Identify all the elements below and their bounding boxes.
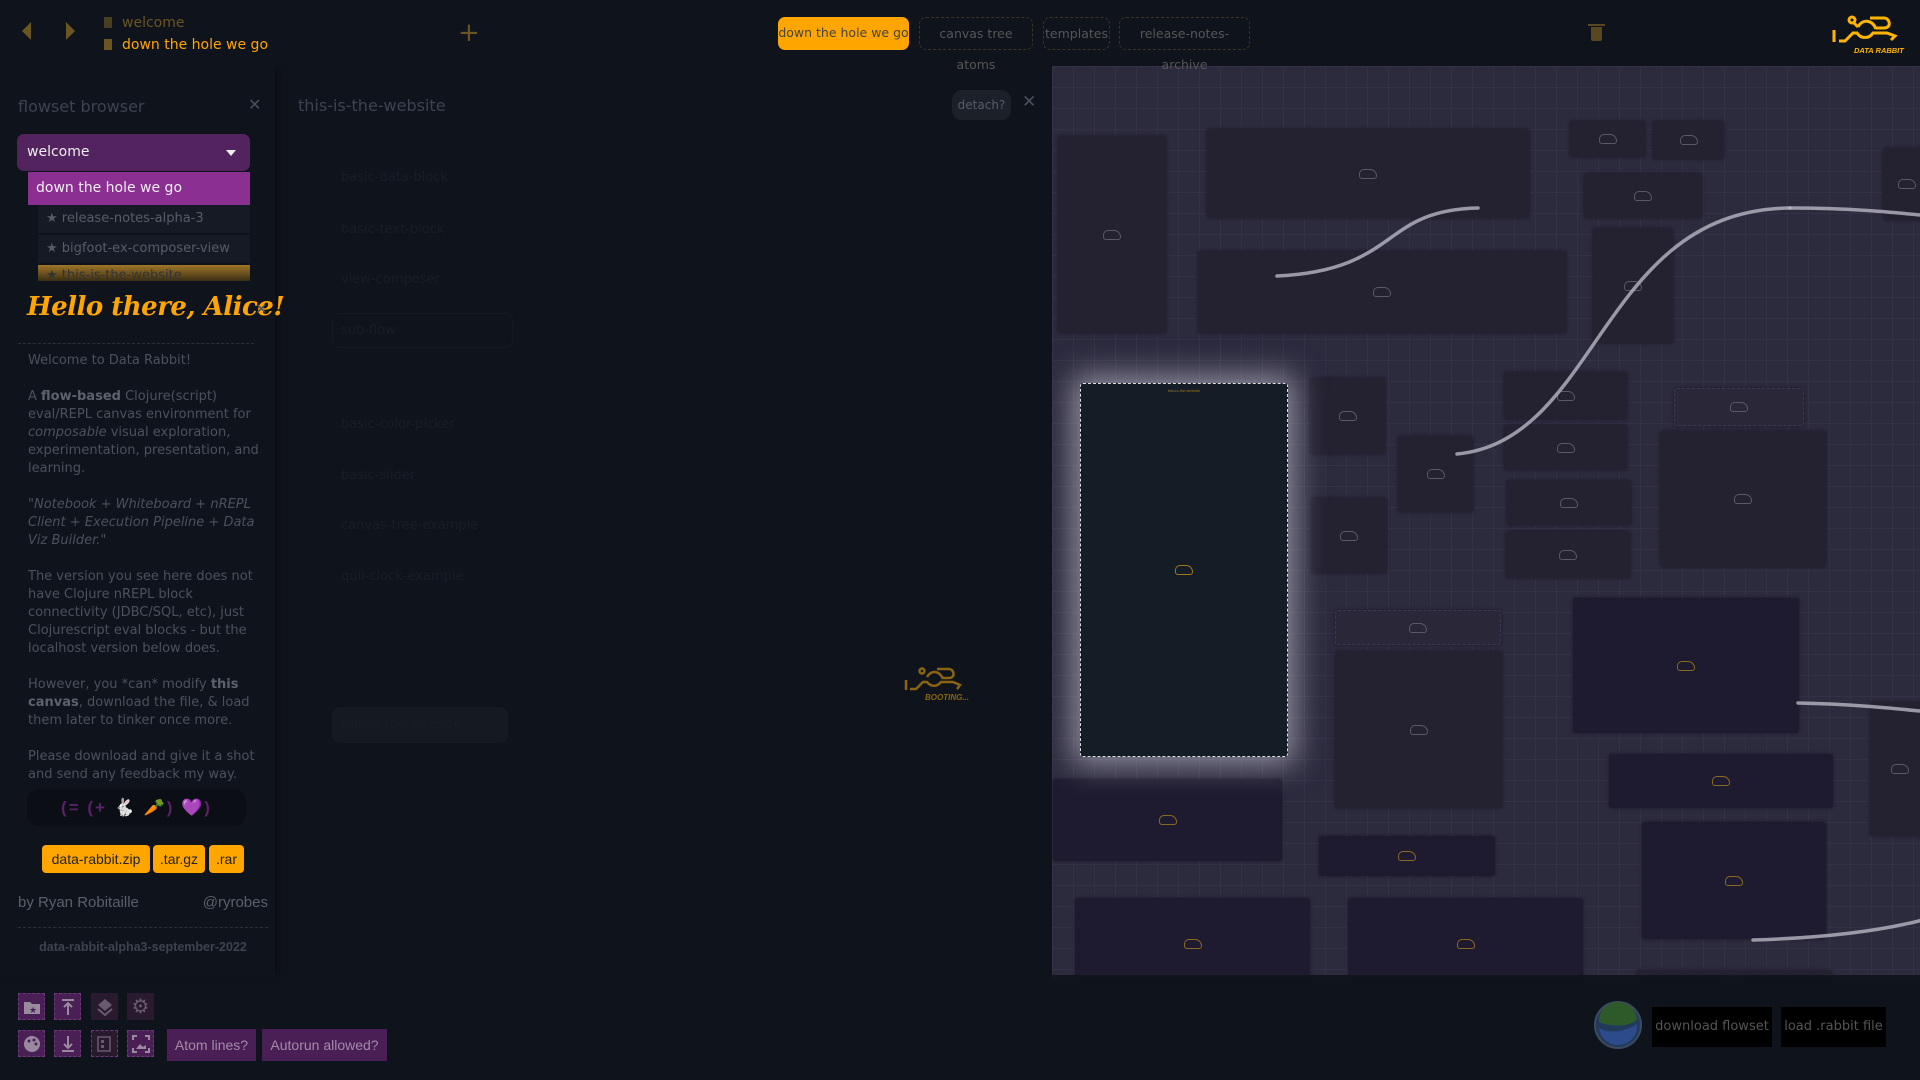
add-tab-button[interactable]: + bbox=[458, 18, 480, 48]
download-targz-button[interactable]: .tar.gz bbox=[153, 845, 205, 873]
palette-item[interactable]: basic-color-picker bbox=[341, 417, 455, 432]
dropdown-value: welcome bbox=[27, 144, 90, 160]
report-icon[interactable] bbox=[91, 1030, 118, 1057]
close-icon[interactable]: ✕ bbox=[255, 300, 268, 318]
version-label: data-rabbit-alpha3-september-2022 bbox=[39, 940, 247, 954]
forward-arrow-icon[interactable] bbox=[66, 22, 75, 40]
close-icon[interactable]: ✕ bbox=[248, 95, 261, 114]
logo-text: DATA RABBIT bbox=[1854, 46, 1905, 55]
tab-label: down the hole we go bbox=[122, 37, 269, 53]
palette-icon[interactable] bbox=[18, 1030, 45, 1057]
feedback-note: Please download and give it a shot and s… bbox=[28, 749, 255, 782]
palette-item[interactable]: canvas-tree-example bbox=[341, 518, 478, 533]
download-rar-button[interactable]: .rar bbox=[209, 845, 244, 873]
palette-item[interactable]: basic-slider bbox=[341, 468, 415, 483]
flow-tab-canvas-tree-atoms[interactable]: canvas tree atoms bbox=[919, 17, 1033, 72]
booting-text: BOOTING... bbox=[925, 693, 969, 702]
palette-item[interactable]: sub-flow bbox=[341, 323, 396, 338]
detach-button[interactable]: detach? bbox=[952, 90, 1011, 120]
option-label: bigfoot-ex-composer-view bbox=[61, 241, 230, 256]
version-note: The version you see here does not have C… bbox=[28, 569, 253, 656]
tab-down-the-hole[interactable]: down the hole we go bbox=[104, 37, 268, 53]
nrepl-status-icon bbox=[1593, 1000, 1643, 1055]
tab-label: welcome bbox=[122, 15, 185, 31]
dropdown-option[interactable]: ★ bigfoot-ex-composer-view bbox=[38, 235, 250, 263]
bookmark-icon bbox=[104, 17, 112, 28]
greeting-heading: Hello there, Alice! bbox=[27, 292, 285, 322]
image-frame-icon[interactable] bbox=[127, 1030, 154, 1057]
flow-tab-release-notes-archive[interactable]: release-notes-archive bbox=[1119, 17, 1250, 72]
tab-welcome[interactable]: welcome bbox=[104, 15, 184, 31]
booting-logo: BOOTING... bbox=[903, 664, 979, 711]
chevron-down-icon bbox=[226, 150, 236, 156]
upload-icon[interactable] bbox=[54, 993, 81, 1020]
description: A flow-based Clojure(script) eval/REPL c… bbox=[28, 389, 259, 476]
palette-item[interactable]: basic-text-block bbox=[341, 222, 444, 237]
connection-wire bbox=[1275, 206, 1480, 278]
flowset-browser-title: flowset browser bbox=[18, 97, 145, 116]
data-rabbit-logo: DATA RABBIT bbox=[1830, 12, 1910, 61]
connection-wires bbox=[1275, 206, 1920, 942]
load-rabbit-file-button[interactable]: load .rabbit file bbox=[1781, 1007, 1886, 1047]
connection-wire bbox=[1796, 701, 1920, 713]
connection-wire bbox=[1788, 206, 1920, 217]
author: by Ryan Robitaille bbox=[18, 894, 139, 911]
flowset-dropdown[interactable]: welcome bbox=[17, 134, 250, 171]
palette-item[interactable]: quil-clock-example bbox=[341, 569, 463, 584]
connection-wire bbox=[1455, 206, 1792, 456]
flow-tab-down-the-hole[interactable]: down the hole we go bbox=[778, 17, 909, 50]
palette-item[interactable]: this-is-the-website bbox=[341, 717, 461, 732]
intro: Welcome to Data Rabbit! bbox=[28, 353, 192, 368]
emoji-code-badge: (= (+ 🐇 🥕) 💜) bbox=[27, 789, 246, 826]
autorun-toggle[interactable]: Autorun allowed? bbox=[262, 1029, 387, 1061]
download-icon[interactable] bbox=[54, 1030, 81, 1057]
top-bar: welcome down the hole we go + down the h… bbox=[0, 0, 1920, 72]
folder-star-icon[interactable]: ★ bbox=[18, 993, 45, 1020]
dropdown-option[interactable]: ★ this-is-the-website bbox=[38, 265, 250, 281]
divider bbox=[18, 343, 254, 344]
back-arrow-icon[interactable] bbox=[22, 22, 31, 40]
gear-icon[interactable]: ⚙ bbox=[127, 993, 154, 1020]
panel-title: this-is-the-website bbox=[298, 96, 446, 115]
trash-icon[interactable] bbox=[1588, 24, 1605, 42]
flow-tab-templates[interactable]: templates bbox=[1043, 17, 1110, 50]
layers-icon[interactable] bbox=[91, 993, 118, 1020]
palette-item[interactable]: view-composer bbox=[341, 272, 440, 287]
dropdown-option[interactable]: down the hole we go bbox=[28, 172, 250, 205]
download-flowset-button[interactable]: download flowset bbox=[1652, 1007, 1772, 1047]
welcome-text: Welcome to Data Rabbit! A flow-based Clo… bbox=[28, 352, 270, 802]
atom-lines-toggle[interactable]: Atom lines? bbox=[167, 1029, 256, 1061]
bookmark-icon bbox=[104, 39, 112, 50]
block-palette-panel: this-is-the-website detach? ✕ basic-data… bbox=[285, 80, 1045, 980]
option-label: this-is-the-website bbox=[61, 268, 182, 281]
connection-wire bbox=[1751, 918, 1920, 942]
dropdown-option[interactable]: ★ release-notes-alpha-3 bbox=[38, 205, 250, 233]
svg-text:★: ★ bbox=[29, 1005, 37, 1015]
download-zip-button[interactable]: data-rabbit.zip bbox=[42, 845, 150, 873]
author-handle-link[interactable]: @ryrobes bbox=[190, 894, 268, 911]
flow-canvas[interactable]: this-is-the-website bbox=[1052, 66, 1920, 980]
option-label: release-notes-alpha-3 bbox=[61, 211, 204, 226]
close-icon[interactable]: ✕ bbox=[1022, 92, 1036, 112]
quote: "Notebook + Whiteboard + nREPL Client + … bbox=[28, 497, 255, 548]
modify-note: However, you *can* modify this canvas, d… bbox=[28, 677, 250, 728]
palette-item[interactable]: basic-data-block bbox=[341, 170, 448, 185]
divider bbox=[18, 927, 268, 928]
